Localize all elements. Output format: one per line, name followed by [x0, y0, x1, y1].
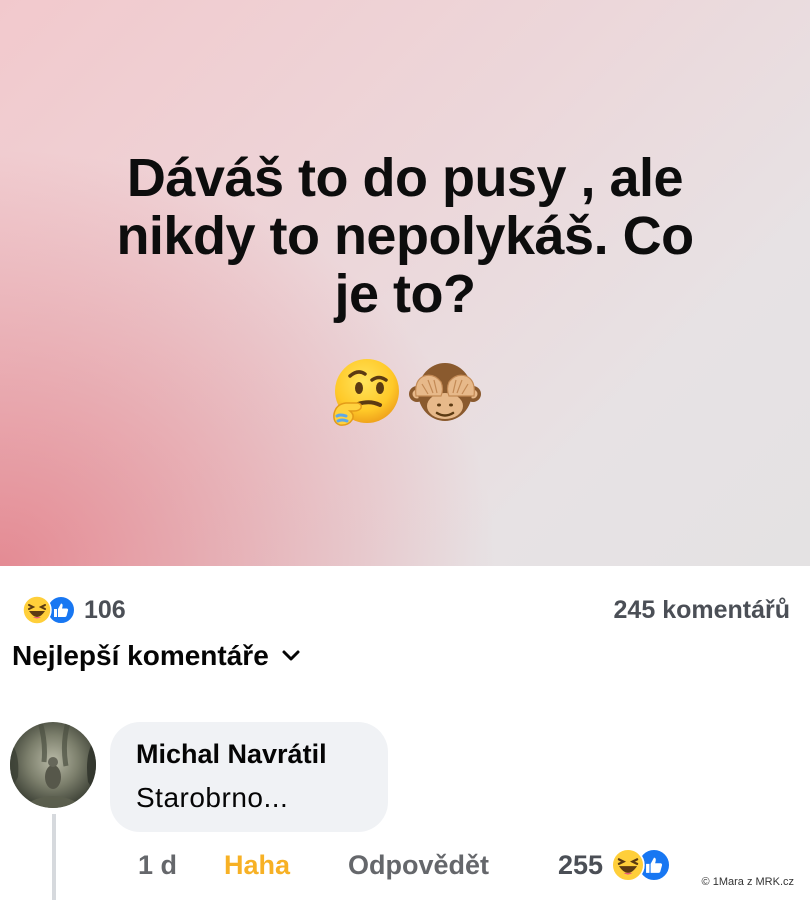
reply-button[interactable]: Odpovědět [348, 850, 558, 881]
comments-count-link[interactable]: 245 komentářů [614, 596, 790, 625]
comment-timestamp[interactable]: 1 d [138, 850, 224, 881]
comment-reaction-count[interactable]: 255 [558, 850, 603, 881]
thumbs-up-icon [54, 603, 69, 617]
post-card: Dáváš to do pusy , ale nikdy to nepolyká… [0, 0, 810, 566]
haha-button[interactable]: Haha [224, 850, 348, 881]
comment-bubble: Michal Navrátil Starobrno... [110, 722, 388, 832]
see-no-evil-monkey-icon [409, 363, 481, 421]
post-text-line: je to? [334, 263, 477, 324]
comment-reaction-icons[interactable] [611, 848, 671, 882]
comment-sort-dropdown[interactable]: Nejlepší komentáře [12, 640, 301, 672]
comment-author[interactable]: Michal Navrátil [136, 738, 388, 770]
avatar[interactable] [10, 722, 96, 808]
reactions-summary[interactable]: 106 [22, 595, 126, 625]
watermark: © 1Mara z MRK.cz [701, 876, 794, 888]
haha-reaction-icon [22, 595, 52, 625]
thinking-face-icon [333, 359, 399, 426]
comment-text: Starobrno... [136, 782, 289, 813]
post-text: Dáváš to do pusy , ale nikdy to nepolyká… [40, 148, 770, 324]
post-text-line: nikdy to nepolykáš. Co [116, 205, 694, 266]
thread-line [52, 814, 56, 900]
chevron-down-icon [282, 650, 300, 661]
avatar-photo [10, 722, 96, 808]
post-text-line: Dáváš to do pusy , ale [126, 148, 684, 208]
haha-reaction-icon [611, 848, 645, 882]
sort-label: Nejlepší komentáře [12, 640, 269, 671]
comment-actions: 1 d Haha Odpovědět 255 [138, 845, 671, 885]
reaction-count: 106 [84, 595, 126, 624]
post-emojis [0, 356, 810, 430]
